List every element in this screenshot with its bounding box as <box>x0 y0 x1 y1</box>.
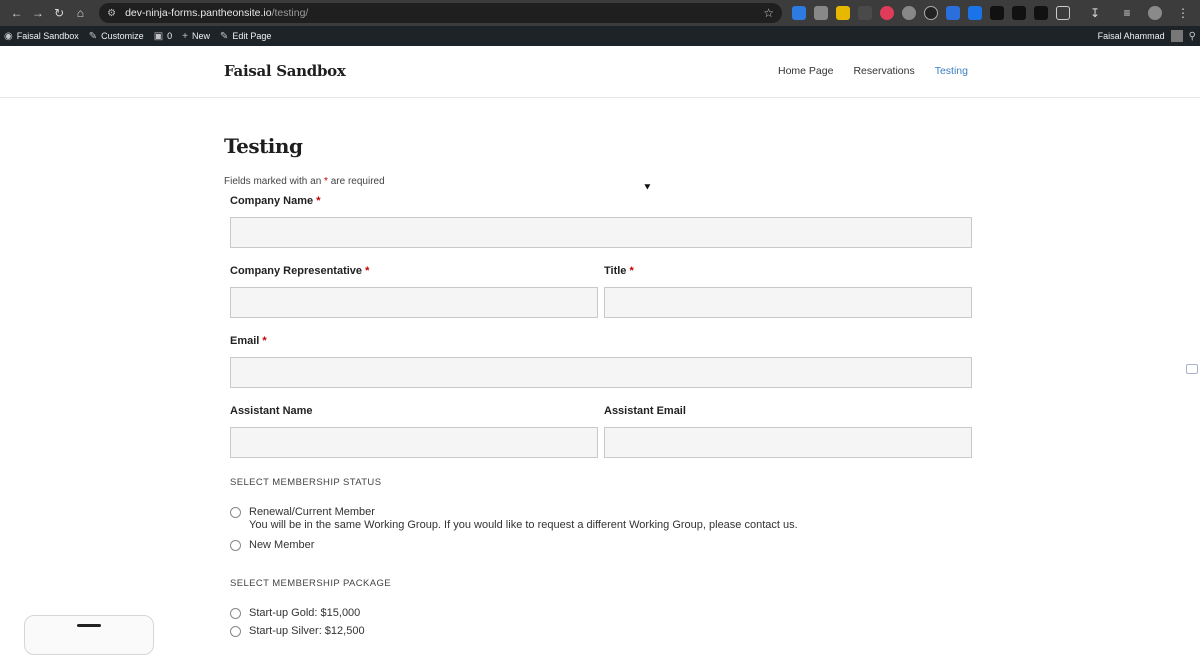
title-input[interactable] <box>604 287 972 318</box>
extension-icon[interactable] <box>968 6 982 20</box>
company-rep-label: Company Representative * <box>230 265 370 277</box>
assistant-name-label: Assistant Name <box>230 405 313 417</box>
company-name-input[interactable] <box>230 217 972 248</box>
phone-preview-widget[interactable] <box>24 615 154 655</box>
admin-new-link[interactable]: + New <box>182 31 210 42</box>
dashboard-icon: ◉ <box>4 30 13 42</box>
admin-comments-link[interactable]: ▣ 0 <box>154 31 172 42</box>
mouse-cursor-icon: ⯆ <box>643 182 652 194</box>
extensions-bar <box>792 6 1070 20</box>
radio-startup-silver[interactable]: Start-up Silver: $12,500 <box>230 625 365 638</box>
extension-icon[interactable] <box>858 6 872 20</box>
site-title[interactable]: Faisal Sandbox <box>224 62 346 80</box>
admin-user-avatar[interactable] <box>1170 30 1183 42</box>
admin-user-name[interactable]: Faisal Ahammad <box>1098 31 1165 41</box>
radio-startup-gold[interactable]: Start-up Gold: $15,000 <box>230 607 360 620</box>
extension-icon[interactable] <box>880 6 894 20</box>
membership-status-label: SELECT MEMBERSHIP STATUS <box>230 477 382 488</box>
address-bar[interactable]: ⚙ dev-ninja-forms.pantheonsite.io/testin… <box>99 3 782 23</box>
page-content: Testing Fields marked with an * are requ… <box>224 134 976 187</box>
download-icon[interactable]: ↧ <box>1084 2 1106 24</box>
back-icon[interactable]: ← <box>6 2 27 24</box>
home-icon[interactable]: ⌂ <box>70 2 91 24</box>
url-text: dev-ninja-forms.pantheonsite.io/testing/ <box>125 7 309 19</box>
browser-toolbar: ← → ↻ ⌂ ⚙ dev-ninja-forms.pantheonsite.i… <box>0 0 1200 26</box>
primary-menu: Home Page Reservations Testing <box>778 65 968 77</box>
forward-icon[interactable]: → <box>27 2 48 24</box>
admin-customize-link[interactable]: ✎ Customize <box>89 31 144 42</box>
radio-new-member-label: New Member <box>249 539 315 551</box>
extension-icon[interactable] <box>836 6 850 20</box>
menu-item-home[interactable]: Home Page <box>778 65 833 77</box>
menu-item-testing[interactable]: Testing <box>935 65 968 77</box>
admin-site-link[interactable]: ◉ Faisal Sandbox <box>4 31 79 42</box>
assistant-email-label: Assistant Email <box>604 405 686 417</box>
reading-list-icon[interactable]: ≡ <box>1116 2 1138 24</box>
extension-icon[interactable] <box>924 6 938 20</box>
profile-avatar[interactable] <box>1148 6 1162 20</box>
radio-button[interactable] <box>230 626 241 637</box>
pencil-icon: ✎ <box>220 30 229 42</box>
bookmark-star-icon[interactable]: ☆ <box>763 6 774 20</box>
radio-button[interactable] <box>230 540 241 551</box>
site-header: Faisal Sandbox Home Page Reservations Te… <box>0 46 1200 98</box>
extension-icon[interactable] <box>814 6 828 20</box>
puzzle-icon[interactable] <box>1056 6 1070 20</box>
menu-item-reservations[interactable]: Reservations <box>853 65 914 77</box>
email-label: Email * <box>230 335 267 347</box>
radio-startup-silver-label: Start-up Silver: $12,500 <box>249 625 365 637</box>
plus-icon: + <box>182 30 188 42</box>
comment-icon: ▣ <box>153 30 164 42</box>
radio-new-member[interactable]: New Member <box>230 539 314 552</box>
admin-edit-link[interactable]: ✎ Edit Page <box>220 31 271 42</box>
search-icon[interactable]: ⚲ <box>1189 31 1196 42</box>
wp-admin-bar: ◉ Faisal Sandbox ✎ Customize ▣ 0 + New ✎ Edit… <box>0 26 1200 46</box>
menu-icon[interactable]: ⋮ <box>1172 2 1194 24</box>
extension-icon[interactable] <box>990 6 1004 20</box>
radio-renewal-label: Renewal/Current Member <box>249 506 375 518</box>
phone-notch-icon <box>77 624 101 627</box>
extension-icon[interactable] <box>946 6 960 20</box>
title-label: Title * <box>604 265 634 277</box>
required-note: Fields marked with an * are required <box>224 176 385 187</box>
radio-renewal-desc: You will be in the same Working Group. I… <box>249 519 798 531</box>
membership-package-label: SELECT MEMBERSHIP PACKAGE <box>230 578 391 589</box>
extension-icon[interactable] <box>1034 6 1048 20</box>
extension-icon[interactable] <box>792 6 806 20</box>
brush-icon: ✎ <box>88 30 98 42</box>
assistant-name-input[interactable] <box>230 427 598 458</box>
extension-icon[interactable] <box>1012 6 1026 20</box>
wordpress-icon[interactable] <box>902 6 916 20</box>
side-widget-icon[interactable] <box>1186 364 1198 374</box>
site-info-icon[interactable]: ⚙ <box>107 8 121 19</box>
page-title: Testing <box>224 134 303 158</box>
assistant-email-input[interactable] <box>604 427 972 458</box>
company-name-label: Company Name * <box>230 195 321 207</box>
radio-button[interactable] <box>230 507 241 518</box>
company-rep-input[interactable] <box>230 287 598 318</box>
radio-renewal[interactable]: Renewal/Current Member You will be in th… <box>230 506 798 532</box>
email-input[interactable] <box>230 357 972 388</box>
radio-button[interactable] <box>230 608 241 619</box>
reload-icon[interactable]: ↻ <box>49 2 70 24</box>
radio-startup-gold-label: Start-up Gold: $15,000 <box>249 607 361 619</box>
